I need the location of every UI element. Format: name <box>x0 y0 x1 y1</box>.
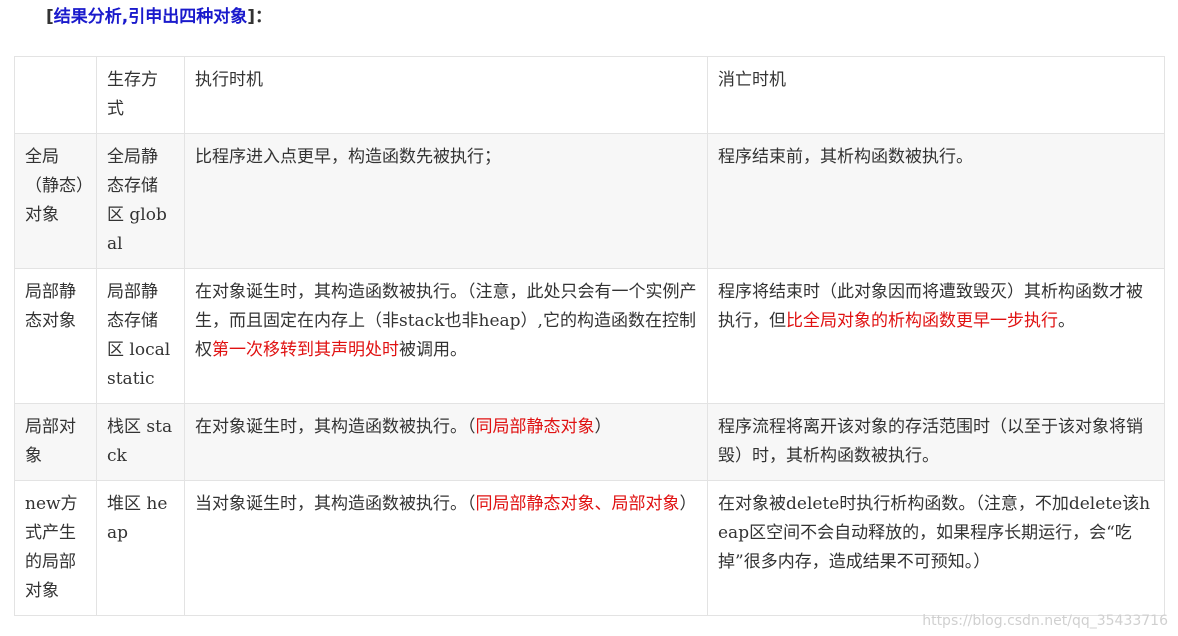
type-cell: 局部静态对象 <box>14 268 97 404</box>
table-row: 局部静态对象 局部静态存储区 local static 在对象诞生时，其构造函数被执… <box>14 268 1165 404</box>
cell-text: 在对象诞生时，其构造函数被执行。（ <box>195 417 476 437</box>
header-cell-exec: 执行时机 <box>184 56 708 134</box>
type-cell: 局部对象 <box>14 403 97 481</box>
cell-text: 程序流程将离开该对象的存活范围时（以至于该对象将销毁）时，其析构函数被执行。 <box>718 417 1143 466</box>
cell-text: ） <box>594 417 612 437</box>
exec-cell: 比程序进入点更早，构造函数先被执行； <box>184 133 708 269</box>
table-row: 全局（静态）对象 全局静态存储区 global 比程序进入点更早，构造函数先被执行；… <box>14 133 1165 269</box>
object-lifetime-table: 生存方式 执行时机 消亡时机 全局（静态）对象 全局静态存储区 global 比程序… <box>14 56 1165 616</box>
table-header-row: 生存方式 执行时机 消亡时机 <box>14 56 1165 134</box>
cell-text: 被调用。 <box>399 340 467 360</box>
type-cell: 全局（静态）对象 <box>14 133 97 269</box>
exec-cell: 在对象诞生时，其构造函数被执行。（同局部静态对象） <box>184 403 708 481</box>
type-cell: new方式产生的局部对象 <box>14 480 97 616</box>
heading-text: 结果分析,引申出四种对象 <box>53 7 248 27</box>
death-cell: 程序将结束时（此对象因而将遭致毁灭）其析构函数才被执行，但比全局对象的析构函数更… <box>707 268 1165 404</box>
header-cell-type <box>14 56 97 134</box>
death-cell: 在对象被delete时执行析构函数。（注意，不加delete该heap区空间不会… <box>707 480 1165 616</box>
cell-text: ） <box>679 494 697 514</box>
highlight-text: 同局部静态对象、局部对象 <box>475 494 680 514</box>
header-cell-storage: 生存方式 <box>96 56 185 134</box>
section-heading: [结果分析,引申出四种对象]： <box>46 6 272 28</box>
storage-cell: 全局静态存储区 global <box>96 133 185 269</box>
death-cell: 程序流程将离开该对象的存活范围时（以至于该对象将销毁）时，其析构函数被执行。 <box>707 403 1165 481</box>
storage-cell: 栈区 stack <box>96 403 185 481</box>
cell-text: 当对象诞生时，其构造函数被执行。（ <box>195 494 476 514</box>
storage-cell: 局部静态存储区 local static <box>96 268 185 404</box>
exec-cell: 当对象诞生时，其构造函数被执行。（同局部静态对象、局部对象） <box>184 480 708 616</box>
cell-text: 。 <box>1058 311 1075 331</box>
exec-cell: 在对象诞生时，其构造函数被执行。（注意，此处只会有一个实例产生，而且固定在内存上… <box>184 268 708 404</box>
table-row: 局部对象 栈区 stack 在对象诞生时，其构造函数被执行。（同局部静态对象） 程序流… <box>14 403 1165 481</box>
cell-text: 比程序进入点更早，构造函数先被执行； <box>195 147 501 167</box>
cell-text: 在对象被delete时执行析构函数。（注意，不加delete该heap区空间不会… <box>718 494 1151 572</box>
storage-cell: 堆区 heap <box>96 480 185 616</box>
watermark: https://blog.csdn.net/qq_35433716 <box>922 613 1168 629</box>
table-row: new方式产生的局部对象 堆区 heap 当对象诞生时，其构造函数被执行。（同局部静… <box>14 480 1165 616</box>
header-cell-death: 消亡时机 <box>707 56 1165 134</box>
heading-close: ]： <box>247 7 273 27</box>
highlight-text: 第一次移转到其声明处时 <box>212 340 399 360</box>
highlight-text: 同局部静态对象 <box>475 417 595 437</box>
heading-open-bracket: [ <box>46 7 54 27</box>
cell-text: 程序结束前，其析构函数被执行。 <box>718 147 973 167</box>
highlight-text: 比全局对象的析构函数更早一步执行 <box>786 311 1058 331</box>
death-cell: 程序结束前，其析构函数被执行。 <box>707 133 1165 269</box>
